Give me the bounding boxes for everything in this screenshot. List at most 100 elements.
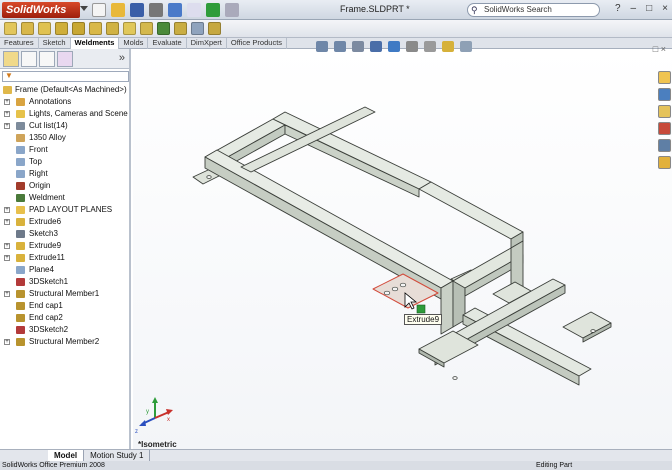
solidworks-resources-icon[interactable] (658, 71, 671, 84)
dimxpert-manager-tab-icon[interactable] (57, 51, 73, 67)
help-icon[interactable]: ? (615, 3, 621, 14)
tree-item[interactable]: End cap2 (0, 312, 131, 324)
sketch3d-icon (16, 278, 25, 286)
tree-item[interactable]: + Lights, Cameras and Scene (0, 108, 131, 120)
maximize-icon[interactable]: □ (646, 3, 652, 14)
print-icon[interactable] (149, 3, 163, 17)
tree-item[interactable]: + Extrude11 (0, 252, 131, 264)
tree-item[interactable]: Top (0, 156, 131, 168)
appearances-icon[interactable] (658, 156, 671, 169)
select-icon[interactable] (187, 3, 201, 17)
configuration-manager-tab-icon[interactable] (39, 51, 55, 67)
expand-icon[interactable]: + (4, 207, 10, 213)
undo-icon[interactable] (168, 3, 182, 17)
expand-icon[interactable]: + (4, 99, 10, 105)
plane-icon (16, 158, 25, 166)
3d-sketch-icon[interactable] (21, 22, 34, 35)
menu-arrow-icon[interactable] (80, 6, 88, 11)
feature-tree: Frame (Default<As Machined>) + Annotation… (0, 84, 131, 348)
rebuild-icon[interactable] (206, 3, 220, 17)
material-icon (16, 134, 25, 142)
tab-motion-study[interactable]: Motion Study 1 (84, 450, 151, 461)
tab-model[interactable]: Model (48, 450, 85, 461)
view-palette-icon[interactable] (658, 139, 671, 152)
options-icon[interactable] (225, 3, 239, 17)
close-icon[interactable]: × (662, 3, 668, 14)
feature-manager-tab-icon[interactable] (3, 51, 19, 67)
open-icon[interactable] (111, 3, 125, 17)
weldment-icon[interactable] (38, 22, 51, 35)
minimize-icon[interactable]: – (631, 3, 637, 14)
expand-icon[interactable]: + (4, 123, 10, 129)
tree-item[interactable]: Plane4 (0, 264, 131, 276)
tab-sketch[interactable]: Sketch (39, 38, 71, 49)
extrude-icon (16, 218, 25, 226)
design-library-icon[interactable] (658, 88, 671, 101)
origin-icon (16, 182, 25, 190)
fillet-bead-icon[interactable] (157, 22, 170, 35)
expand-icon[interactable]: + (4, 219, 10, 225)
tab-dimxpert[interactable]: DimXpert (187, 38, 227, 49)
gusset-icon[interactable] (123, 22, 136, 35)
structural-member-icon (16, 290, 25, 298)
tree-item[interactable]: + Structural Member2 (0, 336, 131, 348)
extrude-icon (16, 242, 25, 250)
extruded-boss-icon[interactable] (89, 22, 102, 35)
tab-office-products[interactable]: Office Products (227, 38, 288, 49)
tree-item[interactable]: 3DSketch1 (0, 276, 131, 288)
sketch-icon[interactable] (4, 22, 17, 35)
tree-item[interactable]: + PAD LAYOUT PLANES (0, 204, 131, 216)
cut-list-icon[interactable] (174, 22, 187, 35)
tree-item[interactable]: Weldment (0, 192, 131, 204)
tree-root[interactable]: Frame (Default<As Machined>) (0, 84, 131, 96)
save-icon[interactable] (130, 3, 144, 17)
trim-extend-icon[interactable] (72, 22, 85, 35)
structural-member-icon (16, 338, 25, 346)
structural-member-icon[interactable] (55, 22, 68, 35)
tree-item[interactable]: + Cut list(14) (0, 120, 131, 132)
expand-icon[interactable]: + (4, 291, 10, 297)
tab-features[interactable]: Features (0, 38, 39, 49)
tree-item[interactable]: End cap1 (0, 300, 131, 312)
tree-item-label: Weldment (29, 193, 65, 202)
tree-item[interactable]: Front (0, 144, 131, 156)
hole-2 (391, 286, 399, 292)
tree-item[interactable]: Right (0, 168, 131, 180)
hole-5 (452, 376, 458, 380)
tree-item[interactable]: Sketch3 (0, 228, 131, 240)
tree-item[interactable]: + Structural Member1 (0, 288, 131, 300)
property-manager-tab-icon[interactable] (21, 51, 37, 67)
tab-evaluate[interactable]: Evaluate (148, 38, 187, 49)
expand-icon[interactable]: + (4, 339, 10, 345)
tree-item[interactable]: + Extrude9 (0, 240, 131, 252)
tree-item[interactable]: + Extrude6 (0, 216, 131, 228)
tree-item[interactable]: 3DSketch2 (0, 324, 131, 336)
reference-geometry-icon[interactable] (208, 22, 221, 35)
tree-item-label: End cap2 (29, 313, 63, 322)
search-input[interactable]: ⚲ SolidWorks Search (467, 3, 600, 17)
end-cap-icon[interactable] (140, 22, 153, 35)
endcap-icon (16, 314, 25, 322)
new-icon[interactable] (92, 3, 106, 17)
expand-icon[interactable]: + (4, 243, 10, 249)
extruded-cut-icon[interactable] (106, 22, 119, 35)
hole-wizard-icon[interactable] (191, 22, 204, 35)
task-pane-tabs (658, 71, 672, 169)
expand-icon[interactable]: + (4, 111, 10, 117)
search-icon: ⚲ (471, 5, 478, 15)
file-explorer-icon[interactable] (658, 105, 671, 118)
solidworks-logo[interactable]: SolidWorks (2, 2, 80, 18)
tab-molds[interactable]: Molds (119, 38, 149, 49)
graphics-area[interactable]: □ × y x z Extrude9 *Isometric (133, 41, 672, 449)
expand-panel-icon[interactable]: » (119, 52, 125, 64)
search-results-icon[interactable] (658, 122, 671, 135)
tree-filter-input[interactable]: ▼ (2, 71, 129, 82)
tree-item-label: Structural Member1 (29, 289, 100, 298)
folder-icon (16, 206, 25, 214)
title-bar: SolidWorks Frame.SLDPRT * ⚲ SolidWorks S… (0, 0, 672, 20)
tree-item[interactable]: 1350 Alloy (0, 132, 131, 144)
tree-item[interactable]: Origin (0, 180, 131, 192)
tree-item[interactable]: + Annotations (0, 96, 131, 108)
tab-weldments[interactable]: Weldments (70, 38, 120, 49)
expand-icon[interactable]: + (4, 255, 10, 261)
